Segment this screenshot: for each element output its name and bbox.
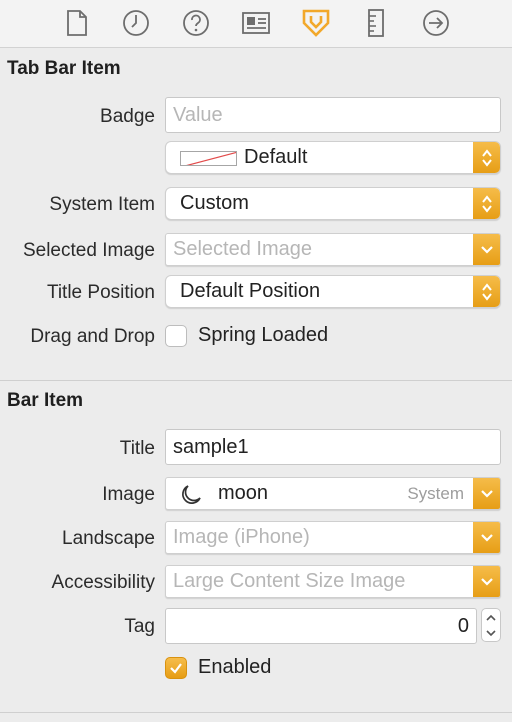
- updown-chevron-icon: [473, 276, 500, 307]
- chevron-down-icon[interactable]: [473, 478, 500, 509]
- title-input[interactable]: sample1: [165, 429, 501, 465]
- selected-image-label: Selected Image: [22, 240, 155, 261]
- tag-input[interactable]: 0: [165, 608, 477, 644]
- file-inspector-icon[interactable]: [61, 8, 93, 38]
- checkmark-icon: [170, 663, 182, 674]
- badge-color-popup[interactable]: Default: [165, 141, 501, 174]
- system-item-popup[interactable]: Custom: [165, 187, 501, 220]
- accessibility-combo[interactable]: Large Content Size Image: [165, 565, 501, 598]
- section-divider: [0, 380, 512, 381]
- history-icon[interactable]: [120, 8, 152, 38]
- chevron-down-icon[interactable]: [473, 522, 500, 553]
- identity-icon[interactable]: [240, 8, 272, 38]
- attributes-icon[interactable]: [300, 8, 332, 38]
- section-title-tab-bar-item: Tab Bar Item: [7, 58, 121, 79]
- image-label: Image: [102, 484, 155, 505]
- title-position-popup[interactable]: Default Position: [165, 275, 501, 308]
- landscape-placeholder: Image (iPhone): [173, 526, 310, 548]
- accessibility-label: Accessibility: [51, 572, 155, 593]
- drag-drop-label: Drag and Drop: [30, 326, 155, 347]
- selected-image-combo[interactable]: Selected Image: [165, 233, 501, 266]
- landscape-combo[interactable]: Image (iPhone): [165, 521, 501, 554]
- selected-image-placeholder: Selected Image: [173, 238, 312, 260]
- title-label: Title: [119, 438, 155, 459]
- image-value: moon: [218, 482, 269, 504]
- enabled-label: Enabled: [198, 656, 272, 678]
- moon-icon: [180, 484, 202, 509]
- enabled-checkbox[interactable]: [165, 657, 187, 679]
- tag-label: Tag: [124, 616, 155, 637]
- stepper-up-icon: [486, 614, 496, 621]
- updown-chevron-icon: [473, 142, 500, 173]
- system-item-value: Custom: [180, 192, 249, 214]
- badge-label: Badge: [100, 106, 155, 127]
- section-title-bar-item: Bar Item: [7, 390, 84, 411]
- stepper-down-icon: [486, 629, 496, 636]
- badge-input[interactable]: Value: [165, 97, 501, 133]
- image-combo[interactable]: moon System: [165, 477, 501, 510]
- image-source-tag: System: [407, 484, 464, 503]
- section-divider: [0, 712, 512, 713]
- updown-chevron-icon: [473, 188, 500, 219]
- spring-loaded-checkbox[interactable]: [165, 325, 187, 347]
- chevron-down-icon[interactable]: [473, 566, 500, 597]
- landscape-label: Landscape: [62, 528, 155, 549]
- title-position-value: Default Position: [180, 280, 321, 302]
- title-position-label: Title Position: [46, 282, 155, 303]
- spring-loaded-label: Spring Loaded: [198, 324, 329, 346]
- tag-stepper[interactable]: [481, 608, 501, 642]
- connections-icon[interactable]: [420, 8, 452, 38]
- inspector-toolbar: [0, 0, 512, 48]
- no-color-swatch-icon: [180, 151, 237, 166]
- chevron-down-icon[interactable]: [473, 234, 500, 265]
- badge-color-value: Default: [244, 146, 308, 168]
- quick-help-icon[interactable]: [180, 8, 212, 38]
- system-item-label: System Item: [49, 194, 155, 215]
- accessibility-placeholder: Large Content Size Image: [173, 570, 406, 592]
- size-icon[interactable]: [360, 8, 392, 38]
